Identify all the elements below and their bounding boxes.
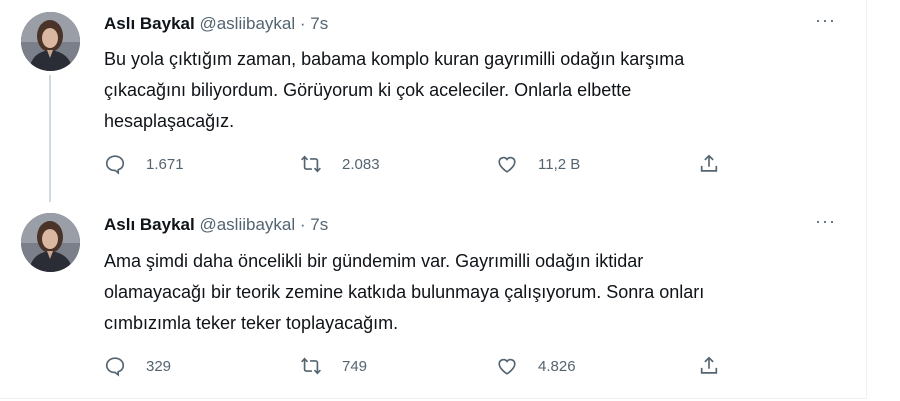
tweet-text: Ama şimdi daha öncelikli bir gündemim va… xyxy=(104,246,824,339)
tweet-actions: 1.671 2.083 11,2 B xyxy=(104,150,744,178)
author-name[interactable]: Aslı Baykal xyxy=(104,14,195,33)
reply-bubble-icon xyxy=(105,357,125,377)
heart-icon xyxy=(498,358,516,375)
tweet-timestamp[interactable]: 7s xyxy=(310,14,328,33)
share-upload-icon xyxy=(700,154,718,172)
reply-count: 329 xyxy=(146,357,172,375)
tweet-text-line: olamayacağı bir teorik zemine katkıda bu… xyxy=(104,282,705,302)
like-button[interactable]: 4.826 xyxy=(496,352,576,380)
separator-dot: · xyxy=(299,215,306,234)
retweet-icon xyxy=(301,357,321,375)
avatar[interactable] xyxy=(21,213,80,272)
more-options-icon[interactable]: ··· xyxy=(815,10,836,31)
like-button[interactable]: 11,2 B xyxy=(496,150,580,178)
retweet-count: 2.083 xyxy=(342,155,380,173)
tweet-header: Aslı Baykal @asliibaykal · 7s xyxy=(104,14,328,34)
tweet-text: Bu yola çıktığım zaman, babama komplo ku… xyxy=(104,44,824,137)
share-upload-icon xyxy=(700,356,718,374)
tweet-timestamp[interactable]: 7s xyxy=(310,215,328,234)
retweet-button[interactable]: 749 xyxy=(300,352,367,380)
tweet-text-line: hesaplaşacağız. xyxy=(104,111,235,131)
tweet-text-line: cımbızımla teker teker toplayacağım. xyxy=(104,313,399,333)
tweet-actions: 329 749 4.826 xyxy=(104,352,744,380)
tweet-text-line: Bu yola çıktığım zaman, babama komplo ku… xyxy=(104,49,685,69)
retweet-count: 749 xyxy=(342,357,368,375)
like-count: 11,2 B xyxy=(538,155,581,173)
more-options-icon[interactable]: ··· xyxy=(815,211,836,232)
reply-bubble-icon xyxy=(105,155,125,175)
share-button[interactable] xyxy=(698,352,720,380)
like-count: 4.826 xyxy=(538,357,576,375)
separator-dot: · xyxy=(299,14,306,33)
tweet-header: Aslı Baykal @asliibaykal · 7s xyxy=(104,215,328,235)
avatar[interactable] xyxy=(21,12,80,71)
heart-icon xyxy=(498,156,516,173)
tweet[interactable]: Aslı Baykal @asliibaykal · 7s ··· Bu yol… xyxy=(0,0,866,202)
author-handle[interactable]: @asliibaykal xyxy=(199,215,295,234)
tweet-text-line: Ama şimdi daha öncelikli bir gündemim va… xyxy=(104,251,644,271)
thread-connector-line xyxy=(49,75,51,202)
reply-button[interactable]: 329 xyxy=(104,352,171,380)
tweet[interactable]: Aslı Baykal @asliibaykal · 7s ··· Ama şi… xyxy=(0,200,866,398)
retweet-button[interactable]: 2.083 xyxy=(300,150,380,178)
reply-button[interactable]: 1.671 xyxy=(104,150,184,178)
author-name[interactable]: Aslı Baykal xyxy=(104,215,195,234)
share-button[interactable] xyxy=(698,150,720,178)
retweet-icon xyxy=(301,155,321,173)
tweet-text-line: çıkacağını biliyordum. Görüyorum ki çok … xyxy=(104,80,632,100)
author-handle[interactable]: @asliibaykal xyxy=(199,14,295,33)
reply-count: 1.671 xyxy=(146,155,184,173)
tweet-thread: Aslı Baykal @asliibaykal · 7s ··· Bu yol… xyxy=(0,0,867,399)
